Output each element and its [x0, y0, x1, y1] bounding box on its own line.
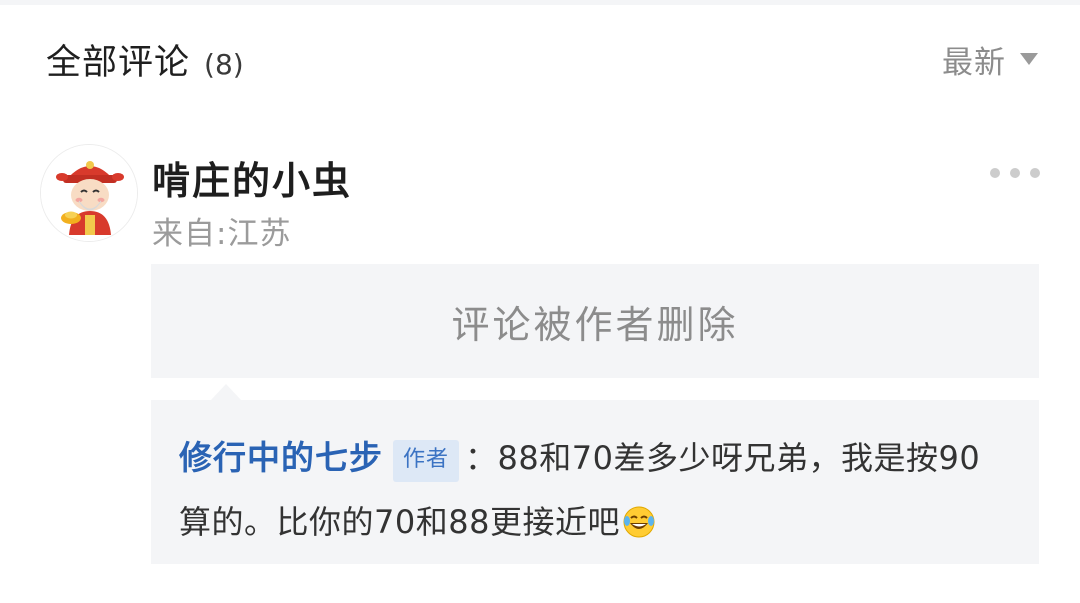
comments-header: 全部评论 (8) 最新 [46, 34, 1038, 84]
user-location: 来自:江苏 [152, 216, 292, 252]
reply-author-name[interactable]: 修行中的七步 [179, 438, 383, 477]
more-dot-icon [1010, 168, 1020, 178]
deleted-comment-notice: 评论被作者删除 [151, 264, 1039, 378]
comments-page: 全部评论 (8) 最新 啃庄的小虫 来自:江苏 评论被作者删除 修行中的七步 作… [0, 0, 1080, 603]
comments-count: (8) [204, 47, 244, 81]
header-title-group: 全部评论 (8) [46, 34, 244, 85]
avatar[interactable] [40, 144, 138, 242]
top-divider [0, 0, 1080, 5]
user-name[interactable]: 啃庄的小虫 [152, 150, 352, 205]
deleted-comment-text: 评论被作者删除 [451, 302, 739, 347]
caret-down-icon [1020, 53, 1038, 65]
more-dot-icon [990, 168, 1000, 178]
sort-dropdown[interactable]: 最新 [942, 37, 1038, 82]
laughing-tears-emoji-icon [623, 506, 655, 538]
reply-pointer [211, 384, 241, 400]
reply-content: 修行中的七步 作者 ：88和70差多少呀兄弟，我是按90算的。比你的70和88更接近… [179, 426, 1011, 554]
more-dot-icon [1030, 168, 1040, 178]
sort-label: 最新 [942, 44, 1006, 81]
comments-title: 全部评论 [46, 42, 191, 83]
caishen-avatar-icon [41, 145, 137, 241]
more-options-button[interactable] [990, 164, 1040, 182]
reply-item[interactable]: 修行中的七步 作者 ：88和70差多少呀兄弟，我是按90算的。比你的70和88更接近… [151, 400, 1039, 564]
author-badge: 作者 [393, 440, 460, 482]
